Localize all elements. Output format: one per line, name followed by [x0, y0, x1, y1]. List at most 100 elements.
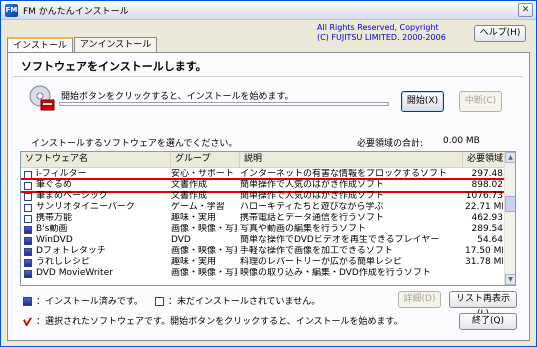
- software-description: 携帯電話とデータ通信を行うソフト: [240, 213, 385, 223]
- detail-button[interactable]: 詳細(D): [398, 291, 441, 308]
- software-group: DVD: [171, 235, 191, 245]
- software-name: DVD MovieWriter: [36, 268, 113, 278]
- legend-installed-text: ：インストール済みです。: [36, 297, 143, 307]
- software-description: 写真や動画の編集を行うソフト: [240, 224, 367, 234]
- required-size-value: 0.00 MB: [443, 136, 480, 146]
- column-header-name[interactable]: ソフトウェア名: [21, 152, 171, 168]
- column-header-group[interactable]: グループ: [171, 152, 240, 168]
- software-group: 文書作成: [171, 191, 208, 201]
- relist-button[interactable]: リスト再表示(L): [449, 291, 517, 319]
- software-name: 携帯万能: [36, 213, 73, 223]
- list-item[interactable]: 筆ぐるめ 文書作成 簡単操作で人気のはがき作成ソフト 898.02: [21, 178, 507, 193]
- software-description: 料理のレパートリーが広がる簡単レシピ: [240, 257, 403, 267]
- software-description: 手軽な操作で画像を加工できるソフト: [240, 246, 393, 256]
- software-description: インターネットの有害な情報をブロックするソフト: [240, 169, 448, 179]
- legend-not-installed-text: ：未だインストールされていません。: [168, 297, 321, 307]
- software-group: 画像・映像・写真: [171, 268, 237, 278]
- software-size: 1076.73: [465, 191, 503, 201]
- software-list[interactable]: ソフトウェア名 グループ 説明 必要領域 i-フィルター 安心・サポート インターネ…: [20, 151, 516, 286]
- software-name: i-フィルター: [36, 169, 87, 179]
- not-installed-marker-icon[interactable]: [24, 204, 32, 212]
- software-size: 898.02: [471, 180, 504, 190]
- software-name: うれしレシピ: [36, 257, 91, 267]
- list-item[interactable]: うれしレシピ 趣味・実用 料理のレパートリーが広がる簡単レシピ 31.78 MB: [21, 257, 505, 268]
- install-progress-bar: [59, 102, 389, 106]
- tab-strip: インストール アンインストール: [7, 37, 158, 53]
- list-header: ソフトウェア名 グループ 説明 必要領域: [21, 152, 505, 168]
- software-group: ゲーム・学習: [171, 202, 225, 212]
- list-item[interactable]: i-フィルター 安心・サポート インターネットの有害な情報をブロックするソフト 297…: [21, 169, 505, 180]
- software-size: 17.50 MB: [465, 246, 503, 256]
- list-item[interactable]: B's動画 画像・映像・写真 写真や動画の編集を行うソフト 289.54: [21, 224, 505, 235]
- not-installed-marker-icon[interactable]: [24, 193, 32, 201]
- software-group: 画像・映像・写真: [171, 224, 237, 234]
- software-description: 映像の取り込み・編集・DVD作成を行うソフト: [240, 268, 431, 278]
- exit-button[interactable]: 終了(Q): [459, 313, 517, 330]
- list-item[interactable]: DVD MovieWriter 画像・映像・写真 映像の取り込み・編集・DVD作成を…: [21, 268, 505, 279]
- window-title: FM かんたんインストール: [23, 6, 129, 17]
- install-hint: 開始ボタンをクリックすると、インストールを始めます。: [61, 92, 294, 102]
- software-size: 54.64: [477, 235, 503, 245]
- list-item[interactable]: Dフォトレタッチ 画像・映像・写真 手軽な操作で画像を加工できるソフト 17.50 M…: [21, 246, 505, 257]
- software-name: WinDVD: [36, 235, 73, 245]
- installer-window: FM FM かんたんインストール ✕ All Rights Reserved, …: [0, 0, 537, 347]
- list-rows: i-フィルター 安心・サポート インターネットの有害な情報をブロックするソフト 297…: [21, 169, 507, 279]
- installed-marker-icon[interactable]: [24, 270, 32, 278]
- installed-marker-icon[interactable]: [24, 226, 32, 234]
- select-prompt: インストールするソフトウェアを選んでください。: [31, 139, 238, 149]
- list-item[interactable]: WinDVD DVD 簡単な操作でDVDビデオを再生できるプレイヤー 54.64: [21, 235, 505, 246]
- not-installed-marker-icon[interactable]: [24, 215, 32, 223]
- list-item[interactable]: サンリオタイニーパーク ゲーム・学習 ハローキティたちと遊びながら学ぶ 22.71 M…: [21, 202, 505, 213]
- column-header-description[interactable]: 説明: [240, 152, 463, 168]
- software-group: 文書作成: [171, 180, 208, 190]
- copyright: All Rights Reserved, Copyright (C) FUJIT…: [317, 23, 446, 43]
- software-description: 簡単な操作でDVDビデオを再生できるプレイヤー: [240, 235, 440, 245]
- list-scrollbar[interactable]: ▲ ▼: [504, 152, 515, 285]
- scroll-down-icon[interactable]: ▼: [505, 274, 515, 285]
- tab-uninstall[interactable]: アンインストール: [73, 37, 158, 52]
- installed-marker-icon[interactable]: [24, 248, 32, 256]
- legend-installed: ：インストール済みです。: [23, 294, 143, 307]
- close-button[interactable]: ✕: [518, 3, 533, 17]
- scroll-thumb[interactable]: [505, 196, 515, 212]
- software-size: 31.78 MB: [465, 257, 503, 267]
- title-bar[interactable]: FM FM かんたんインストール ✕: [1, 1, 536, 20]
- start-button[interactable]: 開始(X): [401, 91, 444, 112]
- software-group: 趣味・実用: [171, 213, 217, 223]
- software-name: サンリオタイニーパーク: [36, 202, 135, 212]
- page-heading: ソフトウェアをインストールします。: [21, 60, 207, 73]
- installed-marker-icon[interactable]: [24, 237, 32, 245]
- software-size: 22.71 MB: [465, 202, 503, 212]
- copyright-line1: All Rights Reserved, Copyright: [317, 23, 439, 32]
- app-icon: FM: [5, 3, 18, 17]
- stop-button[interactable]: 中断(C): [459, 91, 502, 112]
- install-disc-icon: [29, 85, 55, 111]
- legend-selected: ：選択されたソフトウェアです。開始ボタンをクリックすると、インストールを始めます…: [23, 314, 403, 327]
- legend-not-installed: ：未だインストールされていません。: [155, 294, 320, 307]
- not-installed-marker-icon[interactable]: [24, 171, 32, 179]
- installed-marker-icon: [23, 297, 32, 306]
- not-installed-marker-icon: [155, 297, 164, 306]
- help-button[interactable]: ヘルプ(H): [474, 25, 526, 42]
- scroll-up-icon[interactable]: ▲: [505, 152, 515, 163]
- software-name: B's動画: [36, 224, 68, 234]
- software-group: 安心・サポート: [171, 169, 235, 179]
- software-group: 画像・映像・写真: [171, 246, 237, 256]
- installed-marker-icon[interactable]: [24, 259, 32, 267]
- software-description: ハローキティたちと遊びながら学ぶ: [240, 202, 384, 212]
- software-size: 462.93: [471, 213, 504, 223]
- column-header-size[interactable]: 必要領域: [463, 152, 505, 168]
- divider: [13, 76, 523, 77]
- copyright-line2: (C) FUJITSU LIMITED. 2000-2006: [317, 33, 446, 42]
- legend-selected-text: ：選択されたソフトウェアです。開始ボタンをクリックすると、インストールを始めます…: [36, 317, 403, 327]
- software-description: 簡単操作で人気のはがき作成ソフト: [240, 180, 385, 190]
- required-size-label: 必要領域の合計:: [357, 139, 424, 149]
- list-item[interactable]: 携帯万能 趣味・実用 携帯電話とデータ通信を行うソフト 462.93: [21, 213, 505, 224]
- software-name: 筆まめベーシック: [36, 191, 108, 201]
- list-item[interactable]: 筆まめベーシック 文書作成 簡単操作で人気のはがき作成ソフト 1076.73: [21, 191, 505, 202]
- software-name: Dフォトレタッチ: [36, 246, 106, 256]
- software-size: 289.54: [471, 224, 504, 234]
- check-mark-icon: [23, 317, 32, 326]
- not-installed-marker-icon[interactable]: [24, 182, 32, 190]
- tab-install[interactable]: インストール: [7, 37, 73, 53]
